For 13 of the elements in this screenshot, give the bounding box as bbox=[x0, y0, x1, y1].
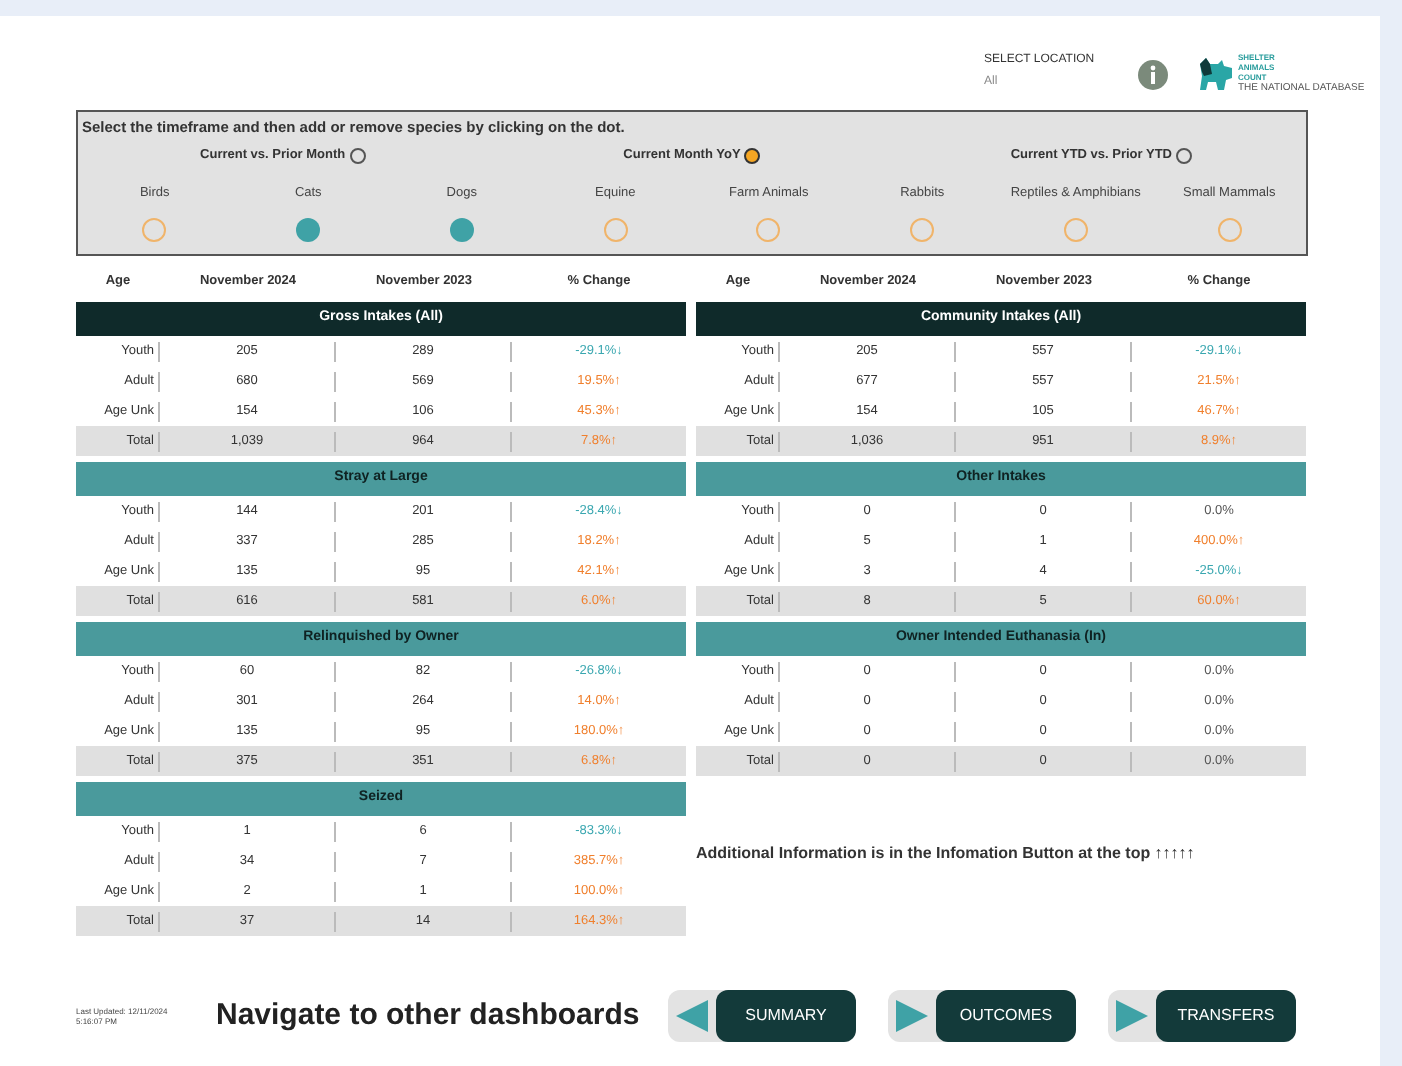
timeframe-radio[interactable] bbox=[349, 148, 366, 165]
left-triangle-icon bbox=[676, 1000, 708, 1032]
right-triangle-icon bbox=[896, 1000, 928, 1032]
nav-button[interactable]: SUMMARY bbox=[668, 990, 856, 1042]
timeframe-radio[interactable] bbox=[744, 148, 761, 165]
right-triangle-icon bbox=[1116, 1000, 1148, 1032]
nav-button[interactable]: OUTCOMES bbox=[888, 990, 1076, 1042]
timeframe-radio[interactable] bbox=[1176, 148, 1192, 165]
navigate-heading: Navigate to other dashboards bbox=[216, 995, 642, 1036]
animal-silhouette-icon bbox=[1196, 55, 1236, 91]
info-note: Additional Information is in the Infomation Button at the top ↑↑↑↑↑ bbox=[696, 842, 1197, 866]
info-icon[interactable] bbox=[1138, 60, 1168, 90]
nav-button[interactable]: TRANSFERS bbox=[1108, 990, 1296, 1042]
